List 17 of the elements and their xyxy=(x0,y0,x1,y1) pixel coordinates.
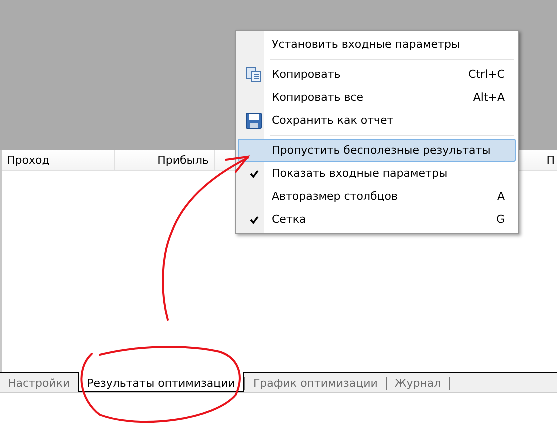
tab[interactable]: Настройки xyxy=(0,373,78,391)
tab[interactable]: Журнал xyxy=(386,373,450,391)
column-header[interactable]: Проход xyxy=(2,150,115,170)
check-icon xyxy=(250,216,258,224)
menu-item[interactable]: Показать входные параметры xyxy=(238,162,516,185)
menu-item[interactable]: Сохранить как отчет xyxy=(238,109,516,132)
column-header[interactable]: Прибыль xyxy=(115,150,215,170)
menu-item[interactable]: Копировать все Alt+A xyxy=(238,86,516,109)
tab[interactable]: Результаты оптимизации xyxy=(78,372,244,392)
copy-icon xyxy=(246,66,262,82)
menu-item[interactable]: Установить входные параметры xyxy=(238,33,516,56)
menu-item[interactable]: Авторазмер столбцов A xyxy=(238,185,516,208)
menu-item[interactable]: Копировать Ctrl+C xyxy=(238,63,516,86)
menu-item[interactable]: Сетка G xyxy=(238,208,516,231)
menu-item[interactable]: Пропустить бесполезные результаты xyxy=(238,139,516,162)
check-icon xyxy=(250,170,258,178)
tab[interactable]: График оптимизации xyxy=(245,373,386,391)
